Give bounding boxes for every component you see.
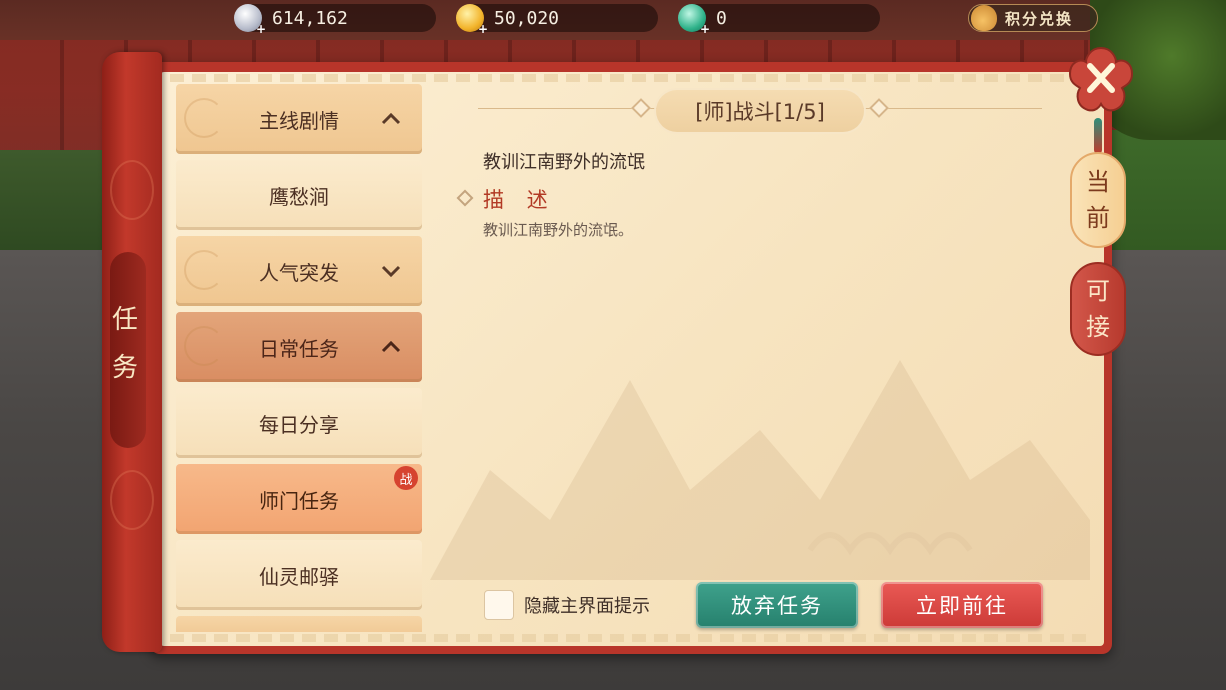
silver-currency[interactable]: 614,162	[234, 4, 436, 36]
category-main-story[interactable]: 主线剧情	[176, 84, 422, 154]
task-item-sect-task[interactable]: 师门任务 战	[176, 464, 422, 534]
silver-coin-icon	[234, 4, 266, 36]
category-label: 人气突发	[259, 260, 339, 285]
task-label: 每日分享	[259, 412, 339, 437]
jade-icon	[678, 4, 710, 36]
category-popularity[interactable]: 人气突发	[176, 236, 422, 306]
background-grass-right	[1110, 130, 1226, 250]
tassel-ornament	[1094, 118, 1102, 154]
task-item-spirit-post[interactable]: 仙灵邮驿	[176, 540, 422, 610]
task-item-daily-share[interactable]: 每日分享	[176, 388, 422, 458]
gold-currency[interactable]: 50,020	[456, 4, 658, 36]
category-daily-tasks[interactable]: 日常任务	[176, 312, 422, 382]
spine-ornament-bottom	[110, 470, 154, 530]
abandon-task-button[interactable]: 放弃任务	[696, 582, 858, 628]
money-bag-icon	[971, 5, 997, 31]
task-label: 仙灵邮驿	[259, 564, 339, 589]
task-detail-title: [师]战斗[1/5]	[656, 90, 864, 132]
hide-hint-checkbox[interactable]	[484, 590, 514, 620]
parchment-border-bottom	[170, 634, 1094, 642]
points-exchange-label: 积分兑换	[1005, 9, 1074, 28]
chevron-down-icon	[381, 265, 401, 278]
hide-hint-label[interactable]: 隐藏主界面提示	[524, 592, 650, 618]
task-objective: 教训江南野外的流氓	[483, 152, 645, 173]
gold-amount: 50,020	[494, 7, 560, 29]
task-label: 鹰愁涧	[269, 184, 329, 209]
gold-coin-icon	[456, 4, 488, 36]
task-category-list[interactable]: 主线剧情 鹰愁涧 人气突发 日常任务 每日分享 师门任务 战 仙灵邮驿	[176, 84, 422, 632]
parchment-border-top	[170, 74, 1094, 82]
task-item-yingchoujian[interactable]: 鹰愁涧	[176, 160, 422, 230]
tab-available[interactable]: 可接	[1070, 262, 1126, 356]
cloud-ornament-icon	[184, 98, 224, 138]
category-label: 主线剧情	[259, 108, 339, 133]
close-icon[interactable]	[1066, 44, 1136, 120]
spine-ornament-top	[110, 160, 154, 220]
go-now-button[interactable]: 立即前往	[881, 582, 1043, 628]
tab-current[interactable]: 当前	[1070, 152, 1126, 248]
battle-badge: 战	[394, 466, 418, 490]
silver-amount: 614,162	[272, 7, 348, 29]
panel-title: 任务	[111, 305, 138, 383]
category-partial-next[interactable]	[176, 616, 422, 632]
cloud-ornament-icon	[184, 326, 224, 366]
landscape-watermark	[430, 360, 1090, 580]
jade-currency[interactable]: 0	[678, 4, 880, 36]
task-label: 师门任务	[259, 488, 339, 513]
jade-amount: 0	[716, 7, 727, 29]
chevron-up-icon	[381, 340, 401, 353]
chevron-up-icon	[381, 112, 401, 125]
points-exchange-button[interactable]: 积分兑换	[968, 4, 1098, 32]
task-description: 教训江南野外的流氓。	[483, 221, 634, 239]
cloud-ornament-icon	[184, 250, 224, 290]
description-heading: 描 述	[483, 188, 556, 212]
category-label: 日常任务	[259, 336, 339, 361]
